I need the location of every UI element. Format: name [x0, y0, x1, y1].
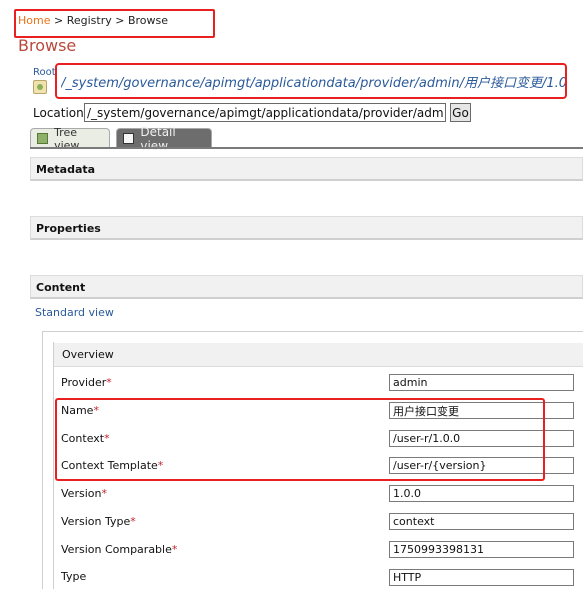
breadcrumb-highlight-box — [14, 9, 215, 38]
provider-label: Provider* — [61, 376, 112, 389]
type-label: Type — [61, 570, 87, 583]
name-context-highlight-box — [55, 398, 545, 481]
overview-header[interactable]: Overview — [54, 343, 583, 367]
root-link[interactable]: Root — [33, 67, 56, 78]
type-field[interactable] — [389, 569, 574, 586]
tab-detail-view[interactable]: Detail view — [116, 125, 212, 153]
version-type-label: Version Type* — [61, 515, 136, 528]
version-field[interactable] — [389, 485, 574, 502]
version-label: Version* — [61, 487, 107, 500]
tab-tree-view[interactable]: Tree view — [30, 126, 110, 152]
go-button[interactable]: Go — [450, 103, 471, 122]
page-title: Browse — [18, 36, 77, 55]
version-type-field[interactable] — [389, 513, 574, 530]
folder-icon[interactable] — [33, 80, 47, 94]
required-marker: * — [130, 515, 136, 528]
provider-field[interactable] — [389, 374, 574, 391]
required-marker: * — [171, 543, 178, 556]
location-label: Location: — [33, 106, 88, 120]
version-comparable-field[interactable] — [389, 541, 574, 558]
required-marker: * — [106, 376, 112, 389]
standard-view-link[interactable]: Standard view — [35, 306, 114, 319]
resource-path-link[interactable]: /_system/governance/apimgt/applicationda… — [61, 72, 565, 91]
location-input[interactable] — [84, 103, 446, 122]
required-marker: * — [101, 487, 107, 500]
version-comparable-label: Version Comparable* — [61, 543, 178, 556]
metadata-section-header[interactable]: Metadata — [30, 157, 583, 181]
document-icon — [123, 133, 135, 144]
tab-bar-divider — [30, 147, 583, 149]
content-section-header[interactable]: Content — [30, 275, 583, 299]
tree-icon — [37, 133, 49, 144]
properties-section-header[interactable]: Properties — [30, 216, 583, 240]
